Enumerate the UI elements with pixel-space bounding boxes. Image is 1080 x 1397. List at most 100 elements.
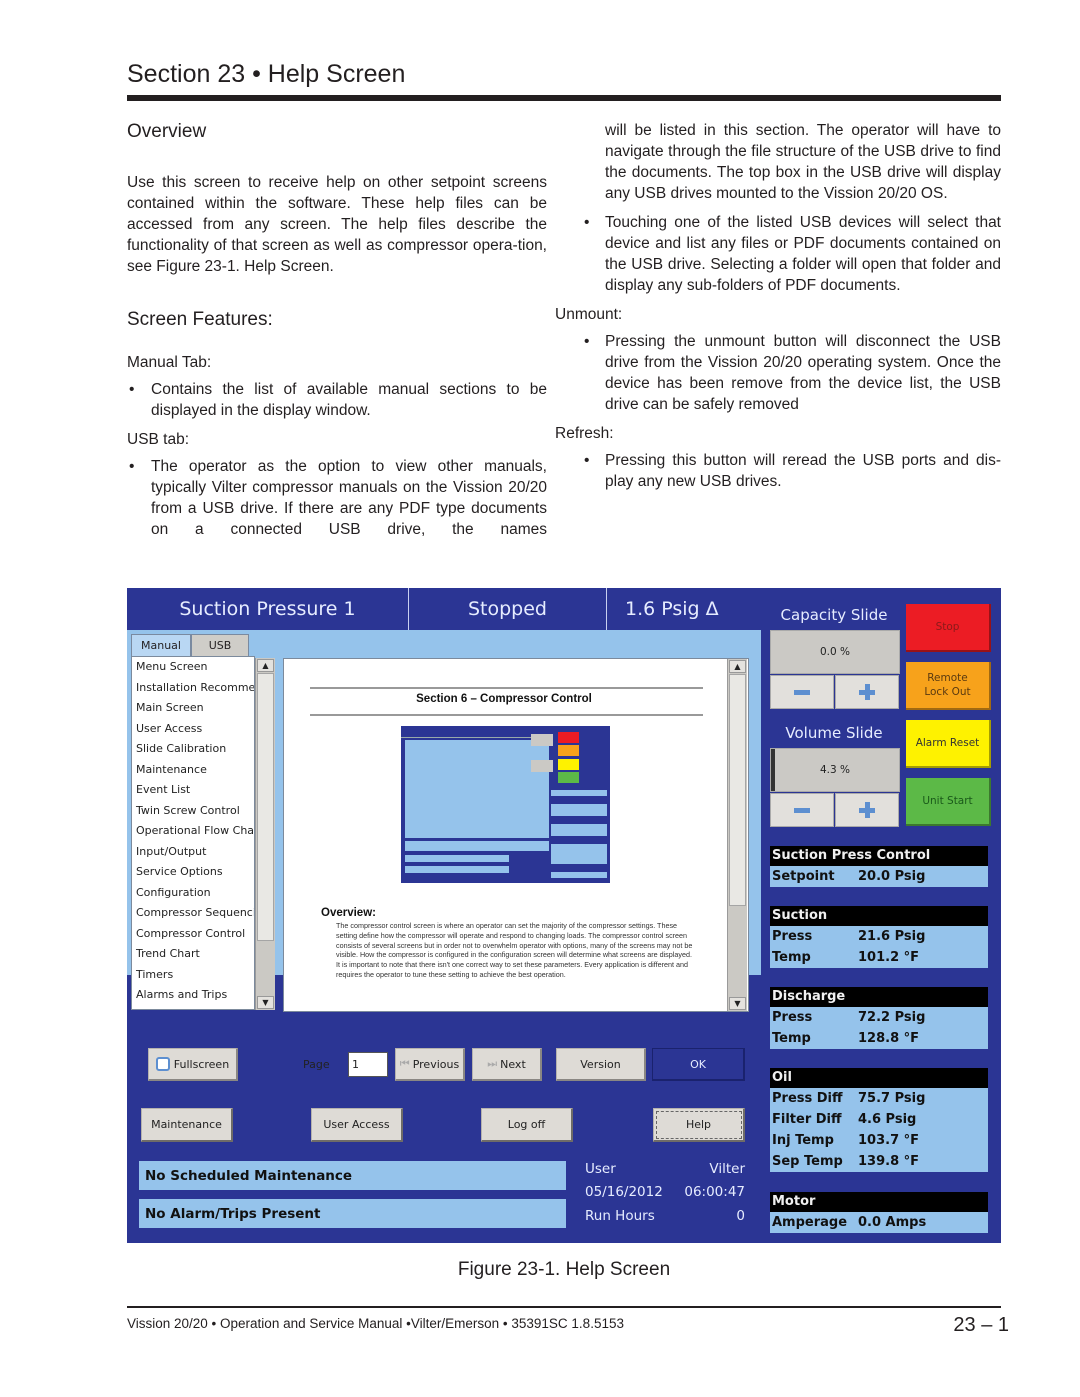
remote-lock-out-button[interactable]: Remote Lock Out bbox=[906, 662, 991, 710]
oil-sep-temp-label: Sep Temp bbox=[772, 1154, 843, 1169]
bullet-icon: • bbox=[129, 458, 135, 475]
bullet-icon: • bbox=[129, 381, 135, 398]
scroll-thumb[interactable] bbox=[257, 673, 274, 941]
scroll-down-icon[interactable]: ▼ bbox=[257, 996, 274, 1009]
user-value: Vilter bbox=[709, 1161, 745, 1177]
manual-list-item[interactable]: Configuration bbox=[132, 883, 254, 904]
ok-button[interactable]: OK bbox=[652, 1048, 745, 1081]
maintenance-status: No Scheduled Maintenance bbox=[139, 1161, 566, 1190]
log-off-button[interactable]: Log off bbox=[481, 1108, 573, 1142]
manual-list-item[interactable]: Installation Recommendations bbox=[132, 678, 254, 699]
motor-amperage-label: Amperage bbox=[772, 1215, 848, 1230]
doc-rule-top bbox=[310, 687, 703, 689]
run-hours-value: 0 bbox=[736, 1208, 745, 1224]
manual-section-list[interactable]: Menu ScreenInstallation RecommendationsM… bbox=[131, 656, 255, 1010]
fullscreen-button[interactable]: Fullscreen bbox=[148, 1048, 238, 1081]
page-number-input[interactable] bbox=[348, 1052, 388, 1077]
plus-icon bbox=[859, 684, 875, 700]
manual-list-item[interactable]: Compressor Control bbox=[132, 924, 254, 945]
document-viewer: Section 6 – Compressor Control Overview:… bbox=[283, 658, 749, 1012]
scroll-up-icon[interactable]: ▲ bbox=[257, 659, 274, 672]
bullet-text: Pressing this button will reread the USB… bbox=[605, 452, 1001, 490]
previous-button[interactable]: ⏮ Previous bbox=[395, 1048, 465, 1081]
user-access-button[interactable]: User Access bbox=[311, 1108, 403, 1142]
next-button[interactable]: ⏭ Next bbox=[472, 1048, 542, 1081]
manual-list-item[interactable]: Main Screen bbox=[132, 698, 254, 719]
tab-usb[interactable]: USB bbox=[191, 634, 249, 656]
user-label: User bbox=[585, 1161, 616, 1177]
doc-overview-text: The compressor control screen is where a… bbox=[336, 921, 693, 979]
minus-icon bbox=[794, 807, 810, 813]
capacity-slide-value: 0.0 % bbox=[770, 630, 900, 674]
stop-button[interactable]: Stop bbox=[906, 604, 991, 652]
footer-rule bbox=[127, 1306, 1001, 1308]
manual-list-item[interactable]: Compressor Sequencing bbox=[132, 903, 254, 924]
setpoint-label: Setpoint bbox=[772, 869, 835, 884]
oil-press-diff-row: Press Diff 75.7 Psig bbox=[770, 1088, 988, 1109]
manual-list-item[interactable]: Operational Flow Chart bbox=[132, 821, 254, 842]
suction-press-control-body: Setpoint 20.0 Psig bbox=[770, 866, 988, 887]
oil-inj-temp-value: 103.7 °F bbox=[858, 1133, 920, 1148]
manual-list-item[interactable]: Input/Output bbox=[132, 842, 254, 863]
document-scrollbar[interactable]: ▲ ▼ bbox=[727, 659, 747, 1011]
fullscreen-icon bbox=[155, 1057, 170, 1071]
overview-heading: Overview bbox=[127, 121, 207, 142]
capacity-increase-button[interactable] bbox=[835, 675, 899, 709]
section-title: Section 23 • Help Screen bbox=[127, 60, 406, 88]
run-hours-label: Run Hours bbox=[585, 1208, 655, 1224]
oil-press-diff-label: Press Diff bbox=[772, 1091, 843, 1106]
manual-list-item[interactable]: Timers bbox=[132, 965, 254, 986]
usb-tab-bullet-continued: will be listed in this section. The oper… bbox=[605, 122, 1001, 202]
right-column: will be listed in this section. The oper… bbox=[555, 120, 1001, 498]
volume-slide-title: Volume Slide bbox=[785, 724, 883, 742]
overview-text: Use this screen to receive help on other… bbox=[127, 174, 547, 275]
left-column: Overview Use this screen to receive help… bbox=[127, 120, 547, 546]
doc-scroll-down-icon[interactable]: ▼ bbox=[729, 997, 746, 1010]
bullet-icon: • bbox=[584, 452, 590, 469]
minus-icon bbox=[794, 689, 810, 695]
volume-slide-bar bbox=[771, 749, 775, 791]
manual-list-item[interactable]: User Access bbox=[132, 719, 254, 740]
manual-list-item[interactable]: Menu Screen bbox=[132, 657, 254, 678]
suction-temp-row: Temp 101.2 °F bbox=[770, 947, 988, 968]
manual-list-item[interactable]: Help bbox=[132, 1006, 254, 1010]
doc-scroll-thumb[interactable] bbox=[729, 674, 746, 906]
manual-list-item[interactable]: Alarms and Trips bbox=[132, 985, 254, 1006]
page-label: Page bbox=[303, 1058, 330, 1071]
user-info-row: User Vilter bbox=[585, 1161, 745, 1177]
manual-list-item[interactable]: Event List bbox=[132, 780, 254, 801]
suction-press-row: Press 21.6 Psig bbox=[770, 926, 988, 947]
oil-header: Oil bbox=[770, 1068, 988, 1088]
page-number: 23 – 1 bbox=[953, 1314, 1009, 1336]
tab-manual[interactable]: Manual bbox=[131, 634, 191, 656]
figure-caption: Figure 23-1. Help Screen bbox=[457, 1259, 671, 1280]
suction-press-control-header: Suction Press Control bbox=[770, 846, 988, 866]
manual-list-item[interactable]: Service Options bbox=[132, 862, 254, 883]
manual-list-item[interactable]: Maintenance bbox=[132, 760, 254, 781]
bullet-text: Touching one of the listed USB devices w… bbox=[605, 214, 1001, 294]
header-value: 1.6 Psig Δ bbox=[625, 598, 719, 620]
setpoint-row: Setpoint 20.0 Psig bbox=[770, 866, 988, 887]
capacity-decrease-button[interactable] bbox=[770, 675, 834, 709]
manual-list-item[interactable]: Slide Calibration bbox=[132, 739, 254, 760]
discharge-temp-value: 128.8 °F bbox=[858, 1031, 920, 1046]
version-button[interactable]: Version bbox=[556, 1048, 646, 1081]
doc-section-title: Section 6 – Compressor Control bbox=[416, 693, 592, 705]
volume-slide-value: 4.3 % bbox=[770, 748, 900, 792]
maintenance-button[interactable]: Maintenance bbox=[141, 1108, 233, 1142]
doc-scroll-up-icon[interactable]: ▲ bbox=[729, 660, 746, 673]
alarm-reset-button[interactable]: Alarm Reset bbox=[906, 720, 991, 768]
capacity-slide-text: 0.0 % bbox=[819, 646, 850, 658]
discharge-temp-label: Temp bbox=[772, 1031, 811, 1046]
suction-body: Press 21.6 Psig Temp 101.2 °F bbox=[770, 926, 988, 968]
help-button[interactable]: Help bbox=[653, 1108, 745, 1142]
volume-increase-button[interactable] bbox=[835, 793, 899, 827]
volume-decrease-button[interactable] bbox=[770, 793, 834, 827]
manual-list-item[interactable]: Trend Chart bbox=[132, 944, 254, 965]
list-scrollbar[interactable]: ▲ ▼ bbox=[255, 658, 275, 1010]
discharge-header: Discharge bbox=[770, 987, 988, 1007]
unit-start-button[interactable]: Unit Start bbox=[906, 778, 991, 826]
manual-list-item[interactable]: Twin Screw Control bbox=[132, 801, 254, 822]
section-rule bbox=[127, 95, 1001, 101]
refresh-bullet: • Pressing this button will reread the US… bbox=[555, 450, 1001, 492]
